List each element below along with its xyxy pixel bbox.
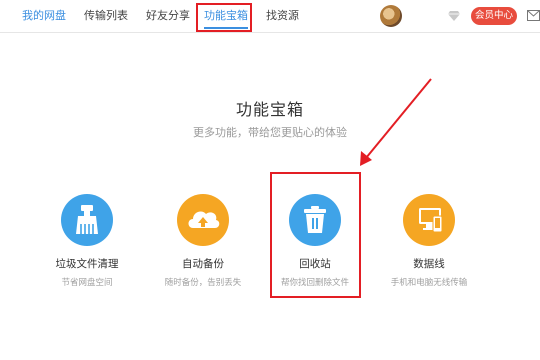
annotation-arrow — [360, 78, 432, 166]
